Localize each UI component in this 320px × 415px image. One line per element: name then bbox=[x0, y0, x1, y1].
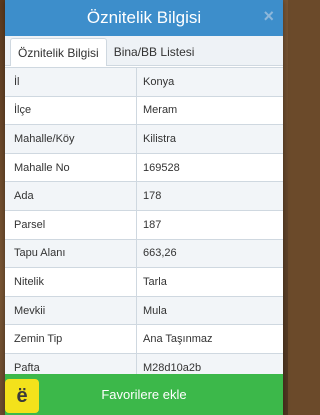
row-label: Mahalle No bbox=[5, 153, 137, 182]
table-row: Zemin Tip Ana Taşınmaz bbox=[5, 325, 283, 354]
table-row: Tapu Alanı 663,26 bbox=[5, 239, 283, 269]
row-label: Zemin Tip bbox=[5, 325, 137, 353]
row-value: 187 bbox=[143, 218, 162, 231]
table-row: Parsel 187 bbox=[5, 210, 283, 240]
row-value: Mula bbox=[143, 304, 167, 317]
row-label: Mahalle/Köy bbox=[5, 125, 137, 153]
table-row: Nitelik Tarla bbox=[5, 268, 283, 297]
attribute-dialog: Öznitelik Bilgisi × Öznitelik Bilgisi Bi… bbox=[5, 0, 283, 415]
app-logo-icon: ë bbox=[5, 379, 39, 413]
dialog-header: Öznitelik Bilgisi × bbox=[5, 0, 283, 36]
tab-bar: Öznitelik Bilgisi Bina/BB Listesi bbox=[5, 36, 283, 66]
row-value: 178 bbox=[143, 190, 162, 203]
add-to-favorites-button[interactable]: Favorilere ekle bbox=[5, 374, 283, 415]
table-row: Mahalle/Köy Kilistra bbox=[5, 125, 283, 154]
row-value: Ana Taşınmaz bbox=[143, 333, 213, 346]
row-value: Meram bbox=[143, 104, 178, 117]
attribute-table: İl Konya İlçe Meram Mahalle/Köy Kilistra… bbox=[5, 67, 283, 383]
table-row: Mahalle No 169528 bbox=[5, 153, 283, 183]
row-value: 169528 bbox=[143, 161, 180, 174]
tab-building-list[interactable]: Bina/BB Listesi bbox=[107, 38, 202, 65]
table-row: Ada 178 bbox=[5, 182, 283, 211]
row-label: Ada bbox=[5, 182, 137, 210]
row-label: Tapu Alanı bbox=[5, 239, 137, 268]
row-label: İlçe bbox=[5, 96, 137, 125]
row-value: Konya bbox=[143, 75, 175, 88]
row-value: 663,26 bbox=[143, 247, 177, 260]
table-row: İlçe Meram bbox=[5, 96, 283, 126]
table-row: Mevkii Mula bbox=[5, 296, 283, 326]
row-value: Kilistra bbox=[143, 132, 177, 145]
row-label: Nitelik bbox=[5, 268, 137, 296]
row-label: Parsel bbox=[5, 210, 137, 239]
close-icon[interactable]: × bbox=[263, 6, 274, 27]
row-label: Mevkii bbox=[5, 296, 137, 325]
dialog-title: Öznitelik Bilgisi bbox=[86, 8, 202, 27]
table-row: İl Konya bbox=[5, 68, 283, 97]
row-value: Tarla bbox=[143, 275, 167, 288]
row-label: İl bbox=[5, 68, 137, 96]
tab-attribute-info[interactable]: Öznitelik Bilgisi bbox=[10, 38, 107, 66]
